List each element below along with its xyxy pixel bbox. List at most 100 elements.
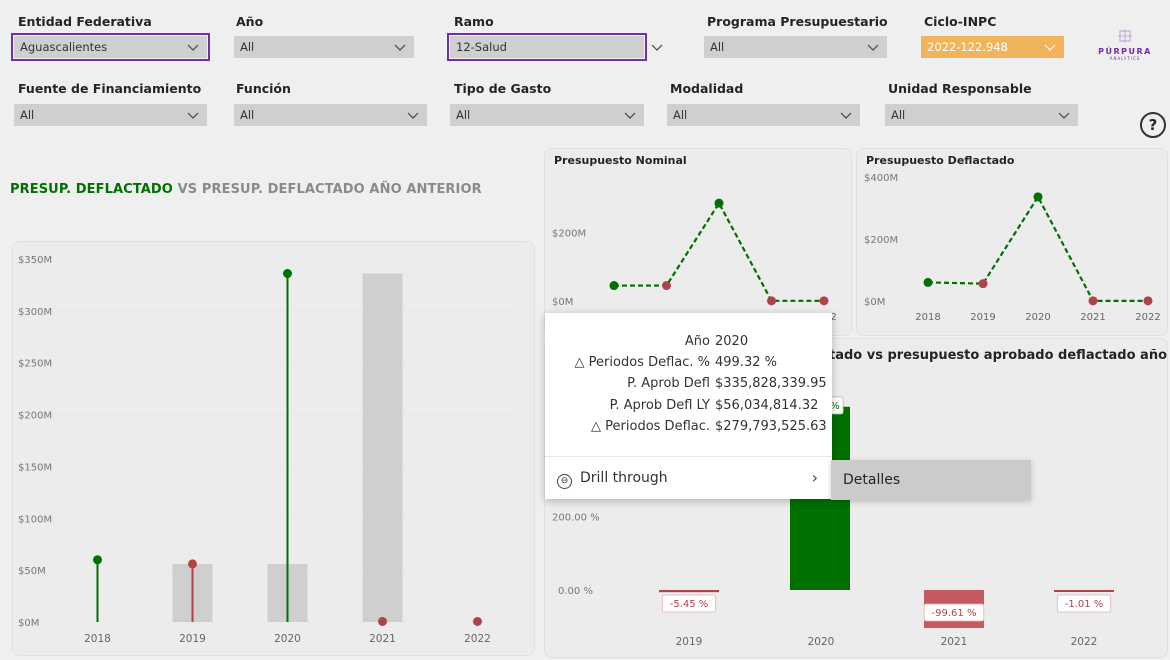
- dropdown-value: All: [240, 108, 255, 122]
- dropdown-value: 2022-122.948: [927, 40, 1008, 54]
- dropdown-value: All: [673, 108, 688, 122]
- lollipop-point: [378, 616, 387, 626]
- submenu-detalles[interactable]: Detalles: [831, 460, 1031, 500]
- drill-through-icon: ⊖: [557, 474, 572, 489]
- y-tick-label: 200.00 %: [552, 513, 600, 524]
- dropdown-value: All: [456, 108, 471, 122]
- main-title: PRESUP. DEFLACTADO VS PRESUP. DEFLACTADO…: [10, 182, 482, 197]
- line-point: [819, 296, 829, 306]
- line-point: [1088, 296, 1098, 306]
- drill-through-menu-item[interactable]: ⊖ Drill through: [557, 470, 668, 489]
- tooltip-row: P. Aprob Defl LY $56,034,814.32: [545, 398, 832, 418]
- x-tick-label: 2022: [464, 633, 491, 645]
- data-label-text: -99.61 %: [932, 608, 977, 619]
- y-tick-label: $100M: [18, 514, 52, 525]
- y-tick-label: 0.00 %: [558, 586, 593, 597]
- y-tick-label: $0M: [18, 618, 39, 629]
- y-tick-label: $50M: [18, 566, 46, 577]
- x-tick-label: 2019: [179, 633, 206, 645]
- tooltip-row: Año 2020: [545, 334, 832, 354]
- tooltip-divider: [545, 456, 832, 457]
- deflactado-chart[interactable]: $0M $200M $400M 2018 2019 2020 2021 2022: [856, 148, 1166, 334]
- tooltip-value: 2020: [715, 334, 749, 349]
- x-tick-label: 2019: [970, 312, 995, 323]
- tooltip-value: $56,034,814.32: [715, 398, 819, 413]
- percent-bar: [659, 590, 719, 593]
- y-tick-label: $200M: [18, 411, 52, 422]
- data-label: -1.01 %: [1056, 594, 1112, 613]
- chevron-down-icon: [394, 44, 406, 51]
- y-tick-label: $400M: [864, 173, 898, 184]
- chevron-right-icon: ›: [811, 468, 818, 487]
- x-tick-label: 2021: [941, 636, 968, 648]
- filter-label: Ciclo-INPC: [924, 14, 997, 29]
- data-label: -99.61 %: [923, 603, 985, 622]
- chevron-down-icon: [867, 44, 879, 51]
- nominal-chart[interactable]: $0M$200M20182019202020212022: [544, 148, 850, 334]
- main-chart[interactable]: $0M $50M $100M $150M $200M $250M $300M $350M 201…: [0, 240, 540, 660]
- ciclo-dropdown[interactable]: 2022-122.948: [921, 36, 1064, 58]
- chevron-down-icon: [187, 112, 199, 119]
- x-tick-label: 2021: [1080, 312, 1105, 323]
- tooltip-value: $335,828,339.95: [715, 376, 827, 391]
- series-line: [927, 194, 1148, 302]
- filter-label: Año: [236, 14, 264, 29]
- x-tick-label: 2018: [915, 312, 940, 323]
- line-point: [609, 281, 619, 291]
- fuente-dropdown[interactable]: All: [14, 104, 207, 126]
- x-tick-label: 2021: [369, 633, 396, 645]
- y-tick-label: $200M: [552, 228, 586, 239]
- line-point: [923, 277, 933, 287]
- ramo-dropdown[interactable]: 12-Salud: [447, 33, 647, 61]
- line-point: [1143, 296, 1153, 306]
- tooltip-row: △ Periodos Deflac. $279,793,525.63: [545, 419, 832, 439]
- tipo-gasto-dropdown[interactable]: All: [450, 104, 644, 126]
- lollipop-point: [93, 555, 102, 565]
- title-part1: PRESUP. DEFLACTADO: [10, 182, 173, 197]
- lollipop-point: [188, 559, 197, 569]
- help-icon[interactable]: ?: [1140, 112, 1166, 138]
- logo-text: PÚRPURA: [1098, 47, 1152, 56]
- chevron-down-icon: [840, 112, 852, 119]
- modalidad-dropdown[interactable]: All: [667, 104, 860, 126]
- filter-label: Programa Presupuestario: [707, 14, 888, 29]
- tooltip-row: △ Periodos Deflac. % 499.32 %: [545, 355, 832, 375]
- tooltip-key: △ Periodos Deflac.: [591, 419, 710, 434]
- dropdown-value: 12-Salud: [456, 40, 507, 54]
- line-point: [714, 198, 724, 208]
- entidad-dropdown[interactable]: Aguascalientes: [11, 33, 210, 61]
- filter-label: Función: [236, 81, 291, 96]
- funcion-dropdown[interactable]: All: [234, 104, 427, 126]
- filter-label: Tipo de Gasto: [454, 81, 552, 96]
- dropdown-value: All: [240, 40, 255, 54]
- x-tick-label: 2020: [274, 633, 301, 645]
- chevron-down-icon: [624, 112, 636, 119]
- title-part3: PRESUP. DEFLACTADO AÑO ANTERIOR: [201, 182, 482, 197]
- dropdown-value: All: [891, 108, 906, 122]
- filter-label: Fuente de Financiamiento: [18, 81, 202, 96]
- data-label-text: -5.45 %: [670, 599, 709, 610]
- y-tick-label: $0M: [864, 297, 885, 308]
- chevron-down-icon: [1058, 112, 1070, 119]
- anio-dropdown[interactable]: All: [234, 36, 414, 58]
- logo-mark-icon: [1118, 29, 1132, 43]
- x-tick-label: 2022: [1071, 636, 1098, 648]
- lollipop-point: [283, 269, 292, 279]
- series-line: [614, 200, 824, 302]
- x-tick-label: 2020: [1025, 312, 1050, 323]
- tooltip-key: Año: [684, 334, 710, 349]
- unidad-dropdown[interactable]: All: [885, 104, 1078, 126]
- filter-label: Ramo: [454, 14, 494, 29]
- title-part2: VS: [177, 182, 198, 197]
- x-tick-label: 2018: [84, 633, 111, 645]
- line-point: [662, 281, 671, 291]
- line-point: [767, 296, 776, 306]
- tooltip-value: 499.32 %: [715, 355, 777, 370]
- lollipop-point: [473, 616, 482, 626]
- programa-dropdown[interactable]: All: [704, 36, 887, 58]
- y-tick-label: $150M: [18, 462, 52, 473]
- x-tick-label: 2019: [676, 636, 703, 648]
- chevron-down-icon[interactable]: [651, 41, 663, 53]
- line-point: [978, 279, 988, 289]
- filter-label: Unidad Responsable: [888, 81, 1032, 96]
